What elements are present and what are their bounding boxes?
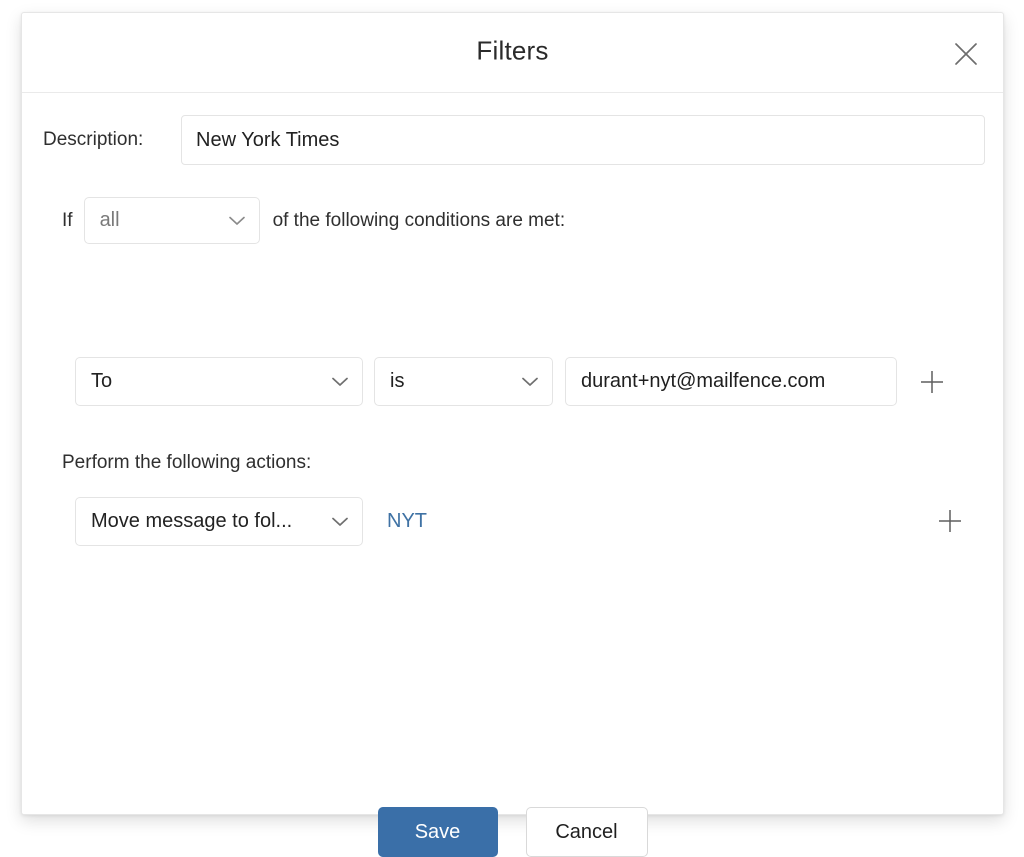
if-label: If bbox=[62, 210, 73, 232]
action-type-value: Move message to fol... bbox=[76, 510, 324, 533]
chevron-down-icon bbox=[229, 216, 245, 226]
add-condition-button[interactable] bbox=[910, 360, 954, 404]
condition-operator-value: is bbox=[375, 370, 440, 393]
dialog-body: Description: If all of the following con… bbox=[22, 93, 1003, 814]
chevron-down-icon bbox=[522, 377, 538, 387]
screen-root: Filters Description: If bbox=[0, 0, 1024, 847]
plus-icon bbox=[918, 368, 946, 396]
description-label: Description: bbox=[42, 129, 181, 151]
match-type-value: all bbox=[85, 209, 156, 232]
condition-value-input[interactable] bbox=[565, 357, 897, 406]
close-button[interactable] bbox=[947, 35, 985, 73]
dialog-footer: Save Cancel bbox=[22, 807, 1003, 857]
action-type-select[interactable]: Move message to fol... bbox=[75, 497, 363, 546]
condition-field-value: To bbox=[76, 370, 148, 393]
actions-heading: Perform the following actions: bbox=[62, 452, 311, 474]
action-row: Move message to fol... NYT bbox=[75, 497, 427, 546]
conditions-header-row: If all of the following conditions are m… bbox=[62, 197, 565, 244]
match-type-select[interactable]: all bbox=[84, 197, 260, 244]
chevron-down-icon bbox=[332, 377, 348, 387]
add-action-button-wrap bbox=[915, 499, 972, 543]
conditions-header-suffix: of the following conditions are met: bbox=[273, 210, 566, 232]
page-title: Filters bbox=[22, 36, 1003, 67]
filters-dialog: Filters Description: If bbox=[21, 12, 1004, 815]
description-input[interactable] bbox=[181, 115, 985, 165]
description-row: Description: bbox=[42, 115, 985, 165]
close-icon bbox=[951, 39, 981, 69]
condition-field-select[interactable]: To bbox=[75, 357, 363, 406]
chevron-down-icon bbox=[332, 517, 348, 527]
condition-operator-select[interactable]: is bbox=[374, 357, 553, 406]
save-button[interactable]: Save bbox=[378, 807, 498, 857]
cancel-button[interactable]: Cancel bbox=[526, 807, 648, 857]
plus-icon bbox=[936, 507, 964, 535]
dialog-header: Filters bbox=[22, 13, 1003, 93]
action-target-link[interactable]: NYT bbox=[387, 510, 427, 533]
condition-row: To is bbox=[75, 357, 954, 406]
add-action-button[interactable] bbox=[928, 499, 972, 543]
